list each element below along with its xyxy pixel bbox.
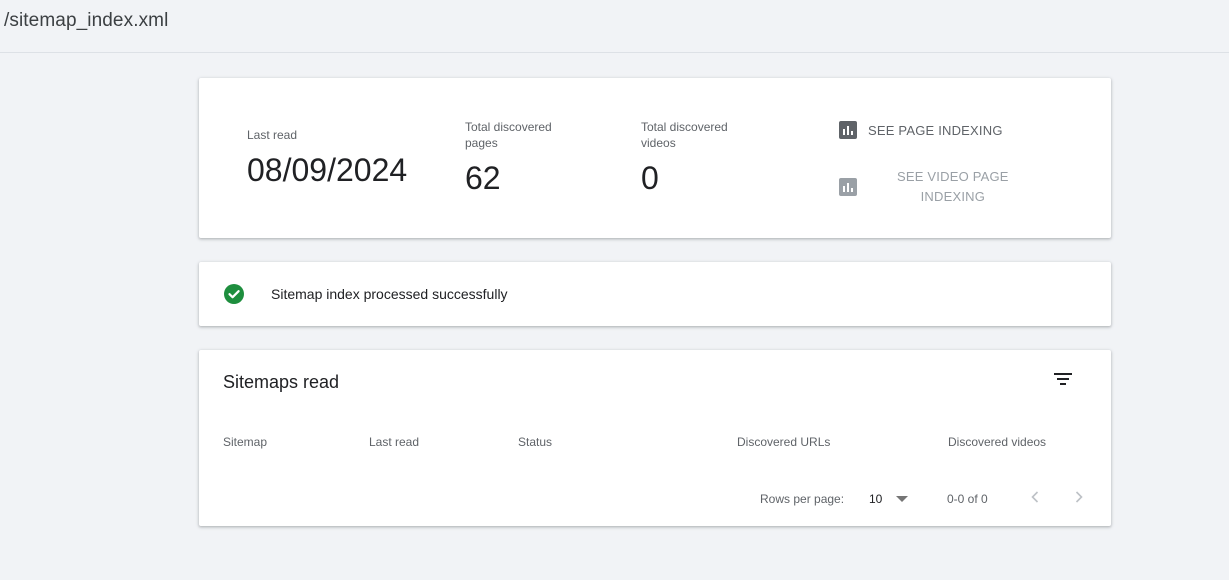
column-header-last-read[interactable]: Last read [369,435,419,449]
total-pages-label-line2: pages [465,136,498,150]
rows-per-page-select[interactable]: 10 [869,488,917,510]
table-title: Sitemaps read [223,372,340,392]
status-card: Sitemap index processed successfully [199,262,1111,326]
rows-per-page-label: Rows per page: [760,492,845,506]
filter-icon[interactable] [1051,370,1075,390]
column-header-discovered-videos[interactable]: Discovered videos [948,435,1046,449]
total-videos-label-line2: videos [641,136,676,150]
next-page-button[interactable] [1069,486,1089,508]
last-read-label: Last read [247,128,298,142]
total-pages-label: Total discovered pages [465,119,552,151]
page-title: /sitemap_index.xml [4,10,169,31]
column-header-sitemap[interactable]: Sitemap [223,435,267,449]
pagination-range: 0-0 of 0 [947,492,988,506]
status-message: Sitemap index processed successfully [271,286,508,302]
column-header-discovered-urls[interactable]: Discovered URLs [737,435,830,449]
see-video-label-line1: SEE VIDEO PAGE [897,169,1009,184]
total-videos-label: Total discovered videos [641,119,728,151]
chevron-left-icon [1031,491,1039,503]
see-video-page-indexing-label: SEE VIDEO PAGE INDEXING [897,167,1009,207]
dropdown-arrow-icon [896,496,909,502]
chevron-right-icon [1075,491,1083,503]
sitemap-summary-card: Last read 08/09/2024 Total discovered pa… [199,78,1111,238]
bar-chart-icon [839,178,857,196]
total-videos-value: 0 [641,160,659,196]
see-video-page-indexing-button[interactable]: SEE VIDEO PAGE INDEXING [839,167,1009,207]
total-videos-label-line1: Total discovered [641,120,728,134]
previous-page-button[interactable] [1025,486,1045,508]
total-pages-label-line1: Total discovered [465,120,552,134]
header-bar: /sitemap_index.xml [0,0,1229,53]
rows-per-page-value: 10 [869,492,883,506]
see-page-indexing-button[interactable]: SEE PAGE INDEXING [839,121,1003,139]
total-pages-value: 62 [465,160,501,196]
bar-chart-icon [839,121,857,139]
sitemaps-read-card: Sitemaps read Sitemap Last read Status D… [199,350,1111,526]
check-circle-icon [224,284,244,304]
column-header-status[interactable]: Status [518,435,552,449]
see-video-label-line2: INDEXING [920,189,986,204]
see-page-indexing-label: SEE PAGE INDEXING [868,122,1003,138]
last-read-value: 08/09/2024 [247,152,408,188]
